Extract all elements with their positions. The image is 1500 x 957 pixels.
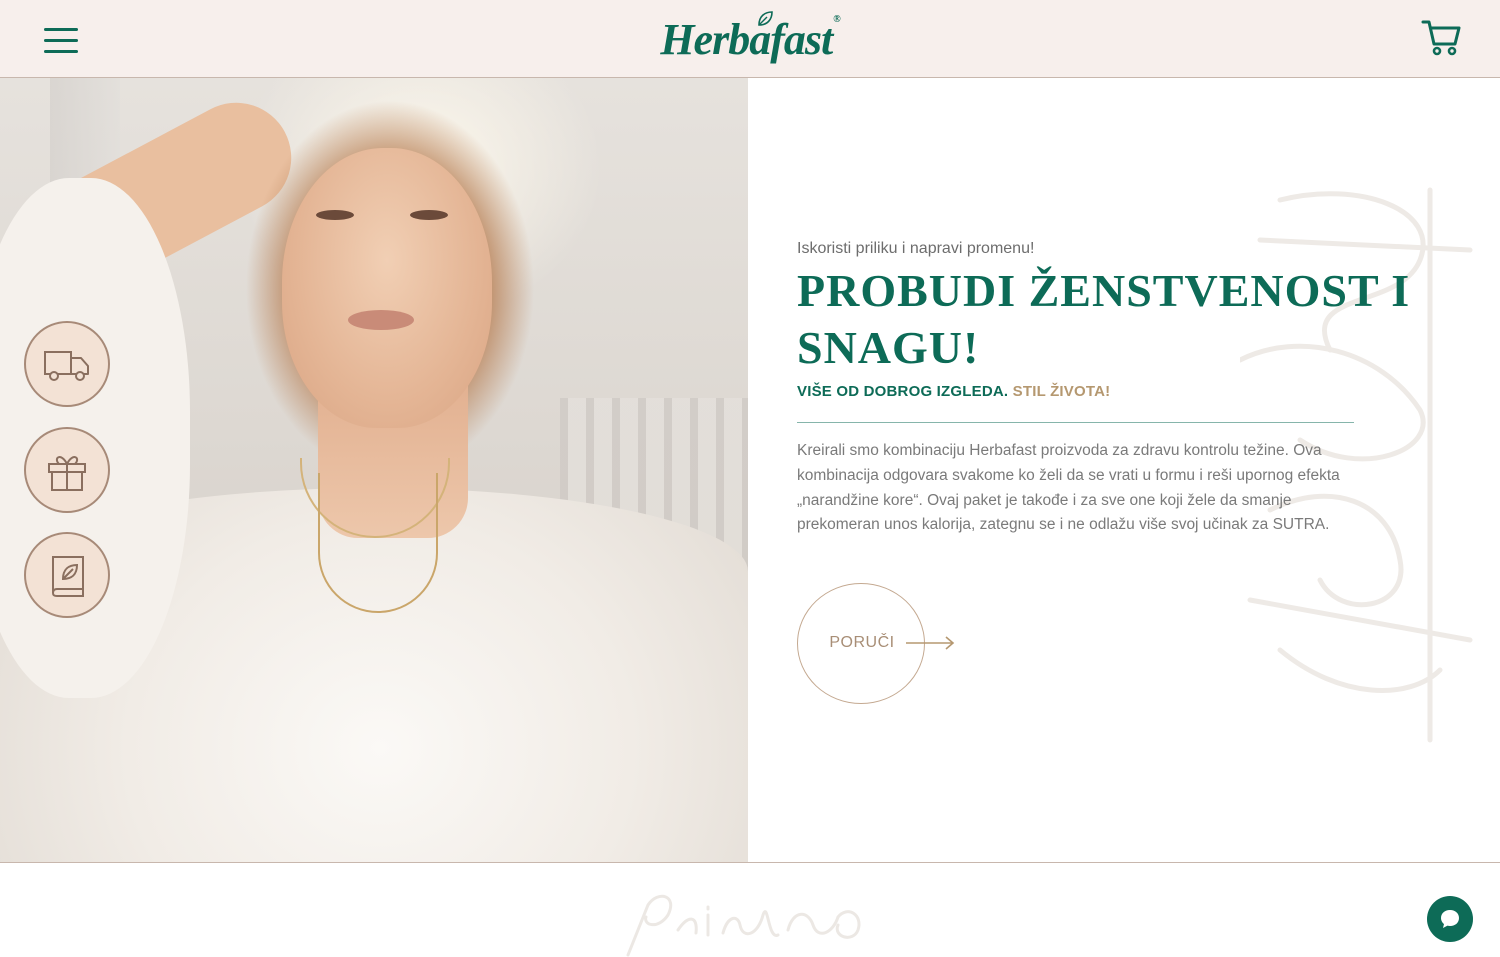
hero-description: Kreirali smo kombinaciju Herbafast proiz… (797, 442, 1340, 534)
logo-text: Herbafast (660, 15, 833, 64)
subline-main: VIŠE OD DOBROG IZGLEDA. (797, 383, 1009, 400)
hero-model-photo (0, 78, 748, 863)
section-divider (0, 862, 1500, 863)
hero-eyebrow: Iskoristi priliku i napravi promenu! (797, 240, 1035, 257)
hero-divider (797, 422, 1354, 423)
delivery-truck-icon (44, 351, 89, 381)
guide-feature-button[interactable] (24, 532, 110, 618)
brand-logo[interactable]: Herbafast® (0, 11, 1500, 65)
arrow-right-icon[interactable] (906, 635, 956, 651)
chat-bubble-icon[interactable] (1427, 896, 1473, 942)
hero-headline: PROBUDI ŽENSTVENOST I SNAGU! (797, 265, 1411, 373)
registered-mark: ® (833, 14, 841, 25)
shopping-cart-icon[interactable] (1420, 16, 1462, 58)
site-header: Herbafast® (0, 0, 1500, 78)
gift-feature-button[interactable] (24, 427, 110, 513)
leaf-icon (758, 11, 774, 26)
subline-accent: STIL ŽIVOTA! (1012, 383, 1111, 400)
hero-subline: VIŠE OD DOBROG IZGLEDA. STIL ŽIVOTA! (797, 383, 1110, 400)
gift-icon (48, 456, 86, 491)
delivery-feature-button[interactable] (24, 321, 110, 407)
book-leaf-icon (52, 556, 84, 597)
script-decoration-bottom (626, 894, 861, 957)
